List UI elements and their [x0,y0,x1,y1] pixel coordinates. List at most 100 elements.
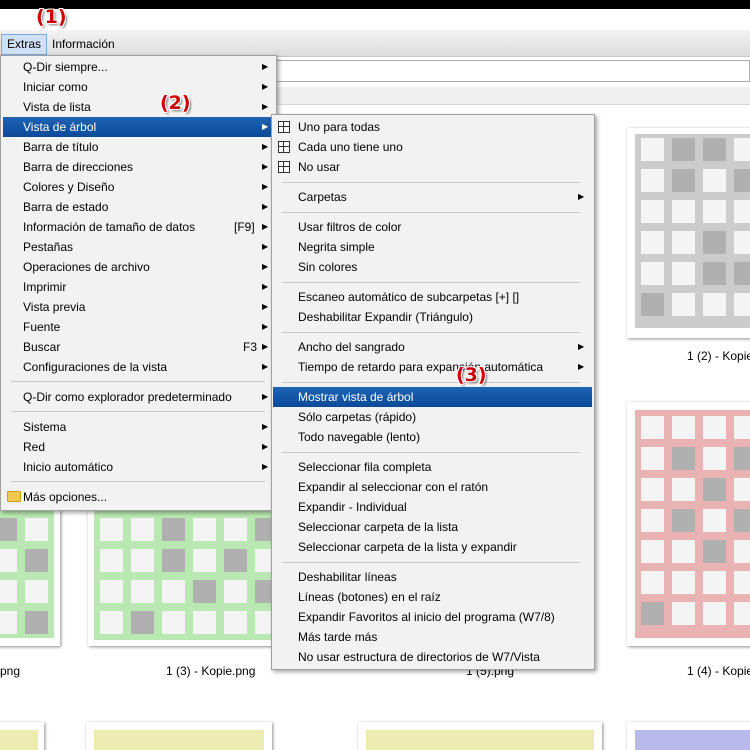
menu-item-label: Inicio automático [23,460,114,474]
submenu-arrow-icon: ▶ [262,322,269,331]
submenu-item-seleccionar-carpeta-de-la-lista-y-expandir[interactable]: Seleccionar carpeta de la lista y expand… [273,537,592,557]
menu-separator [282,282,580,283]
menu-item-iniciar-como[interactable]: Iniciar como ▶ [3,77,274,97]
menu-item-informacion-de-tamano-de-datos[interactable]: Información de tamaño de datos [F9] ▶ [3,217,274,237]
menu-item-vista-de-lista[interactable]: Vista de lista ▶ [3,97,274,117]
extras-dropdown-menu: Q-Dir siempre... ▶ Iniciar como ▶ Vista de l… [0,55,277,511]
file-thumbnail-red[interactable] [627,402,750,646]
menu-item-label: Imprimir [23,280,67,294]
menu-item-barra-de-direcciones[interactable]: Barra de direcciones ▶ [3,157,274,177]
menu-item-q-dir-siempre[interactable]: Q-Dir siempre... ▶ [3,57,274,77]
submenu-item-deshabilitar-expandir-triangulo[interactable]: Deshabilitar Expandir (Triángulo) [273,307,592,327]
file-thumbnail-yellow-3[interactable] [358,722,602,750]
submenu-item-label: Expandir Favoritos al inicio del program… [298,610,555,624]
menu-item-pestanas[interactable]: Pestañas ▶ [3,237,274,257]
menu-item-label: Barra de título [23,140,99,154]
file-caption[interactable]: 1 (2) - Kopie [687,349,750,363]
menu-item-mas-opciones[interactable]: Más opciones... [3,487,274,507]
menu-item-configuraciones-de-la-vista[interactable]: Configuraciones de la vista ▶ [3,357,274,377]
folder-icon [7,491,21,502]
submenu-item-escaneo-automatico-de-subcarpetas[interactable]: Escaneo automático de subcarpetas [+] [] [273,287,592,307]
menu-item-label: Iniciar como [23,80,88,94]
submenu-item-expandir-al-seleccionar-con-el-raton[interactable]: Expandir al seleccionar con el ratón [273,477,592,497]
column-header-bar [276,87,750,105]
menu-item-imprimir[interactable]: Imprimir ▶ [3,277,274,297]
submenu-arrow-icon: ▶ [262,462,269,471]
menu-item-label: Barra de estado [23,200,109,214]
file-thumbnail-yellow-1[interactable] [0,722,44,750]
file-thumbnail-blue[interactable] [627,722,750,750]
menu-item-barra-de-titulo[interactable]: Barra de título ▶ [3,137,274,157]
menu-item-colores-y-diseno[interactable]: Colores y Diseño ▶ [3,177,274,197]
submenu-item-label: Cada uno tiene uno [298,140,403,154]
submenu-arrow-icon: ▶ [262,182,269,191]
menu-item-vista-de-arbol[interactable]: Vista de árbol ▶ [3,117,274,137]
menu-item-label: Q-Dir como explorador predeterminado [23,390,232,404]
menu-item-red[interactable]: Red ▶ [3,437,274,457]
menu-item-vista-previa[interactable]: Vista previa ▶ [3,297,274,317]
submenu-item-label: Sin colores [298,260,358,274]
file-thumbnail-green[interactable] [88,508,278,646]
submenu-item-tiempo-de-retardo-para-expansion-automatica[interactable]: Tiempo de retardo para expansión automát… [273,357,592,377]
submenu-item-label: Uno para todas [298,120,381,134]
submenu-item-mostrar-vista-de-arbol[interactable]: Mostrar vista de árbol [273,387,592,407]
file-caption[interactable]: png [0,664,20,678]
menu-informacion[interactable]: Información [47,34,120,55]
menu-separator [282,562,580,563]
menu-item-label: Buscar [23,340,61,354]
file-thumbnail-gray[interactable] [627,128,750,338]
grid-icon [278,141,290,153]
q-dir-window: Extras Información 1 (2) - Kopie png 1 (… [0,0,750,750]
file-caption[interactable]: 1 (3) - Kopie.png [166,664,255,678]
submenu-item-no-usar-estructura-de-directorios-de-w7-vista[interactable]: No usar estructura de directorios de W7/… [273,647,592,667]
menu-item-operaciones-de-archivo[interactable]: Operaciones de archivo ▶ [3,257,274,277]
submenu-item-deshabilitar-lineas[interactable]: Deshabilitar líneas [273,567,592,587]
menu-item-buscar[interactable]: Buscar F3 ▶ [3,337,274,357]
submenu-item-carpetas[interactable]: Carpetas ▶ [273,187,592,207]
submenu-item-cada-uno-tiene-uno[interactable]: Cada uno tiene uno [273,137,592,157]
submenu-item-expandir-favoritos-al-inicio-del-programa-w7-8[interactable]: Expandir Favoritos al inicio del program… [273,607,592,627]
submenu-item-label: Ancho del sangrado [298,340,405,354]
menu-item-q-dir-como-explorador-predeterminado[interactable]: Q-Dir como explorador predeterminado ▶ [3,387,274,407]
submenu-item-negrita-simple[interactable]: Negrita simple [273,237,592,257]
submenu-arrow-icon: ▶ [262,422,269,431]
file-thumbnail-yellow-2[interactable] [86,722,272,750]
annotation-3: (3) [456,364,487,386]
submenu-item-sin-colores[interactable]: Sin colores [273,257,592,277]
menu-item-sistema[interactable]: Sistema ▶ [3,417,274,437]
submenu-arrow-icon: ▶ [578,362,585,371]
submenu-item-label: Sólo carpetas (rápido) [298,410,417,424]
submenu-item-label: Seleccionar fila completa [298,460,432,474]
submenu-arrow-icon: ▶ [262,142,269,151]
submenu-item-seleccionar-carpeta-de-la-lista[interactable]: Seleccionar carpeta de la lista [273,517,592,537]
menu-extras[interactable]: Extras [1,34,48,55]
submenu-item-solo-carpetas-rapido[interactable]: Sólo carpetas (rápido) [273,407,592,427]
submenu-item-lineas-botones-en-el-raiz[interactable]: Líneas (botones) en el raíz [273,587,592,607]
submenu-item-seleccionar-fila-completa[interactable]: Seleccionar fila completa [273,457,592,477]
image-preview [0,508,54,638]
menu-separator [11,381,265,382]
submenu-arrow-icon: ▶ [262,222,269,231]
submenu-arrow-icon: ▶ [262,392,269,401]
submenu-item-expandir-individual[interactable]: Expandir - Individual [273,497,592,517]
submenu-item-uno-para-todas[interactable]: Uno para todas [273,117,592,137]
menu-item-fuente[interactable]: Fuente ▶ [3,317,274,337]
submenu-item-todo-navegable-lento[interactable]: Todo navegable (lento) [273,427,592,447]
menu-separator [282,212,580,213]
menu-item-label: Vista previa [23,300,86,314]
submenu-item-ancho-del-sangrado[interactable]: Ancho del sangrado ▶ [273,337,592,357]
menu-item-label: Pestañas [23,240,74,254]
submenu-item-label: No usar [298,160,341,174]
submenu-arrow-icon: ▶ [262,122,269,131]
submenu-item-no-usar[interactable]: No usar [273,157,592,177]
menu-item-barra-de-estado[interactable]: Barra de estado ▶ [3,197,274,217]
file-thumbnail-green-left[interactable] [0,508,60,646]
menu-item-label: Colores y Diseño [23,180,115,194]
address-bar[interactable] [276,60,750,82]
submenu-item-usar-filtros-de-color[interactable]: Usar filtros de color [273,217,592,237]
menu-item-inicio-automatico[interactable]: Inicio automático ▶ [3,457,274,477]
image-preview [635,134,750,328]
file-caption[interactable]: 1 (4) - Kopie [687,664,750,678]
submenu-item-label: Expandir al seleccionar con el ratón [298,480,489,494]
submenu-item-mas-tarde-mas[interactable]: Más tarde más [273,627,592,647]
